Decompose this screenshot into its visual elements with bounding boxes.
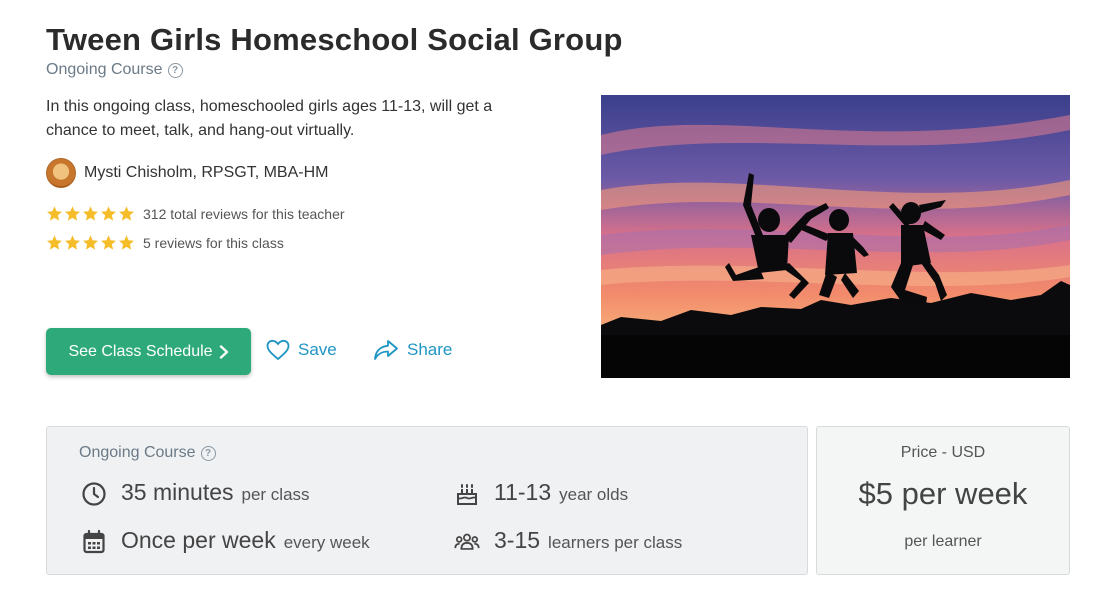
class-size-fact: 3-15 learners per class [454, 527, 683, 554]
ages-fact: 11-13 year olds [457, 479, 629, 506]
details-course-type-label: Ongoing Course [79, 444, 196, 461]
heart-icon [266, 339, 290, 361]
question-circle-icon[interactable]: ? [200, 445, 216, 461]
chevron-right-icon [219, 344, 228, 359]
class-rating[interactable]: 5 reviews for this class [46, 234, 284, 251]
save-button[interactable]: Save [266, 339, 337, 361]
share-label: Share [407, 340, 453, 359]
star-rating-icons [46, 205, 135, 222]
page-title: Tween Girls Homeschool Social Group [46, 22, 623, 57]
star-icon [47, 206, 62, 221]
duration-fact: 35 minutes per class [82, 479, 310, 506]
class-size-value: 3-15 [494, 527, 541, 553]
class-reviews-text[interactable]: 5 reviews for this class [143, 235, 284, 251]
star-icon [101, 206, 116, 221]
teacher-reviews-text[interactable]: 312 total reviews for this teacher [143, 206, 345, 222]
price-unit: per learner [904, 533, 982, 550]
star-icon [83, 235, 98, 250]
sunset-jumping-silhouettes-image [601, 95, 1070, 378]
star-icon [65, 235, 80, 250]
duration-value: 35 minutes [121, 479, 234, 505]
course-type-label: Ongoing Course [46, 61, 163, 78]
price-panel: Price - USD $5 per week per learner [816, 426, 1070, 575]
group-icon [454, 533, 480, 550]
avatar[interactable] [46, 158, 76, 188]
star-icon [119, 206, 134, 221]
course-description: In this ongoing class, homeschooled girl… [46, 98, 493, 139]
share-button[interactable]: Share [373, 339, 452, 361]
birthday-cake-icon [457, 484, 477, 505]
frequency-value: Once per week [121, 527, 276, 553]
star-icon [101, 235, 116, 250]
see-class-schedule-button[interactable]: See Class Schedule [46, 328, 251, 375]
star-icon [83, 206, 98, 221]
star-icon [65, 206, 80, 221]
price-label: Price - USD [900, 444, 986, 461]
teacher-name[interactable]: Mysti Chisholm, RPSGT, MBA-HM [84, 164, 328, 182]
price-value: $5 per week [858, 476, 1028, 511]
teacher-link[interactable]: Mysti Chisholm, RPSGT, MBA-HM [46, 158, 328, 188]
class-size-unit: learners per class [548, 533, 683, 552]
see-class-schedule-label: See Class Schedule [68, 342, 213, 360]
course-details-panel: Ongoing Course ? 35 minutes per class 11… [46, 426, 808, 575]
class-hero-image [601, 95, 1070, 378]
star-icon [47, 235, 62, 250]
frequency-fact: Once per week every week [83, 527, 370, 554]
question-circle-icon[interactable]: ? [167, 62, 183, 78]
star-rating-icons [46, 234, 135, 251]
ages-value: 11-13 [494, 479, 552, 505]
star-icon [119, 235, 134, 250]
details-course-type: Ongoing Course ? [79, 444, 216, 462]
share-arrow-icon [374, 340, 398, 360]
calendar-icon [83, 529, 105, 554]
duration-unit: per class [241, 485, 310, 504]
save-label: Save [298, 340, 337, 359]
frequency-unit: every week [283, 533, 370, 552]
ages-unit: year olds [559, 485, 629, 504]
course-type: Ongoing Course ? [46, 61, 183, 79]
teacher-rating[interactable]: 312 total reviews for this teacher [46, 205, 345, 222]
clock-icon [82, 482, 106, 506]
